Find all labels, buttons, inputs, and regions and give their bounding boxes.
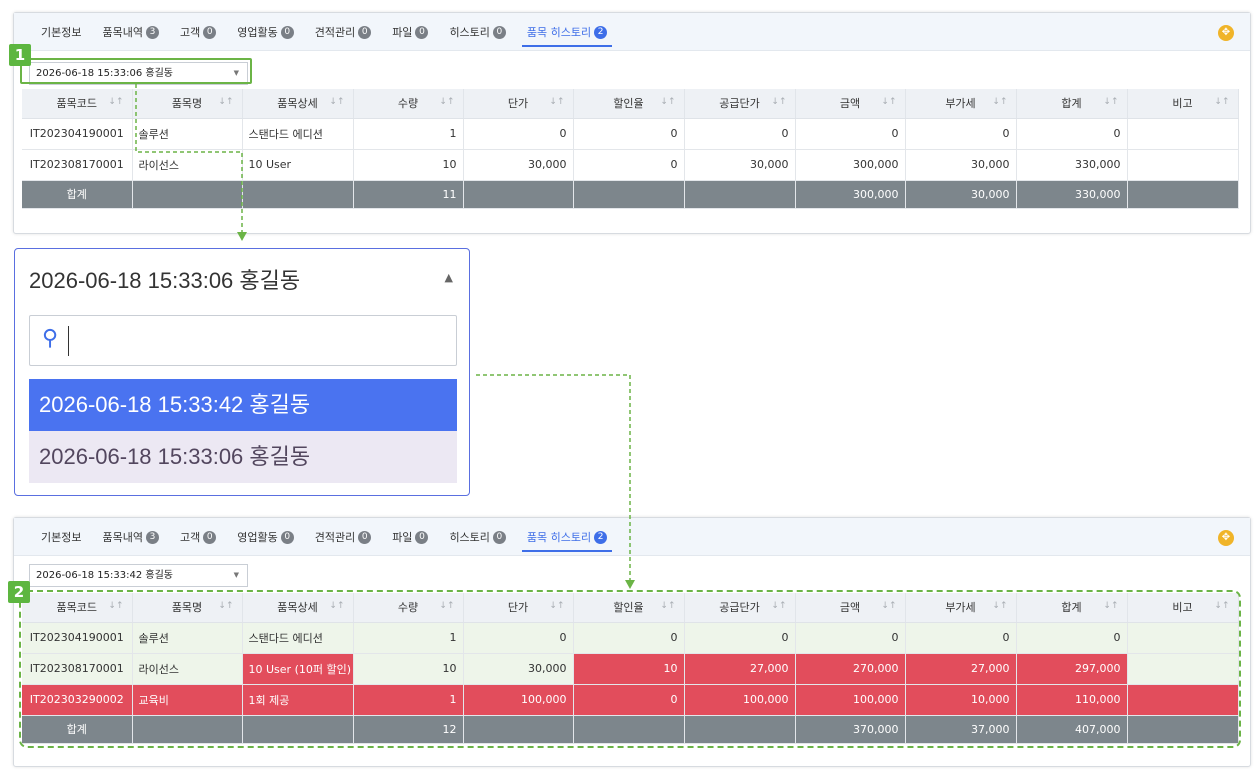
connector-arrows xyxy=(135,84,635,589)
